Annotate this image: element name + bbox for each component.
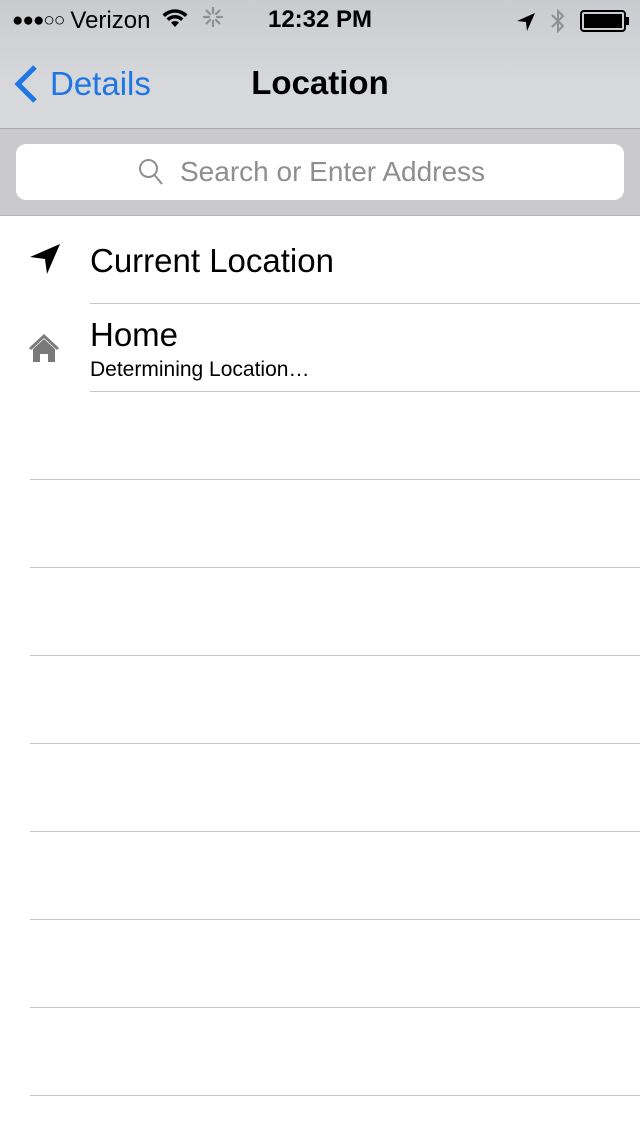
search-icon (139, 159, 163, 185)
battery-full-icon (580, 10, 630, 39)
list-item-home[interactable]: Home Determining Location… (29, 304, 640, 392)
navigation-bar: Details Location (0, 40, 640, 128)
list-item-title: Current Location (90, 242, 334, 279)
search-field[interactable] (16, 144, 624, 200)
back-button[interactable]: Details (14, 64, 151, 104)
chevron-left-icon (14, 65, 37, 103)
empty-row (30, 832, 640, 920)
empty-row (30, 1008, 640, 1096)
empty-row (30, 480, 640, 568)
empty-row (30, 568, 640, 656)
list-item-title: Home (90, 316, 179, 353)
empty-row (30, 656, 640, 744)
location-list: Current Location Home Determining Locati… (0, 216, 640, 1096)
empty-row (30, 920, 640, 1008)
list-item-current-location[interactable]: Current Location (30, 216, 640, 304)
home-icon (28, 331, 60, 368)
empty-row (30, 392, 640, 480)
bluetooth-icon (550, 8, 566, 41)
status-bar: ●●●○○ Verizon 12:32 PM (0, 0, 640, 40)
list-item-subtitle: Determining Location… (90, 358, 310, 381)
search-bar (0, 129, 640, 216)
search-input[interactable] (178, 155, 502, 189)
location-arrow-icon (28, 242, 62, 281)
top-bar: ●●●○○ Verizon 12:32 PM Details Location (0, 0, 640, 129)
empty-row (30, 744, 640, 832)
back-button-label: Details (50, 65, 151, 102)
location-arrow-icon (516, 11, 536, 39)
